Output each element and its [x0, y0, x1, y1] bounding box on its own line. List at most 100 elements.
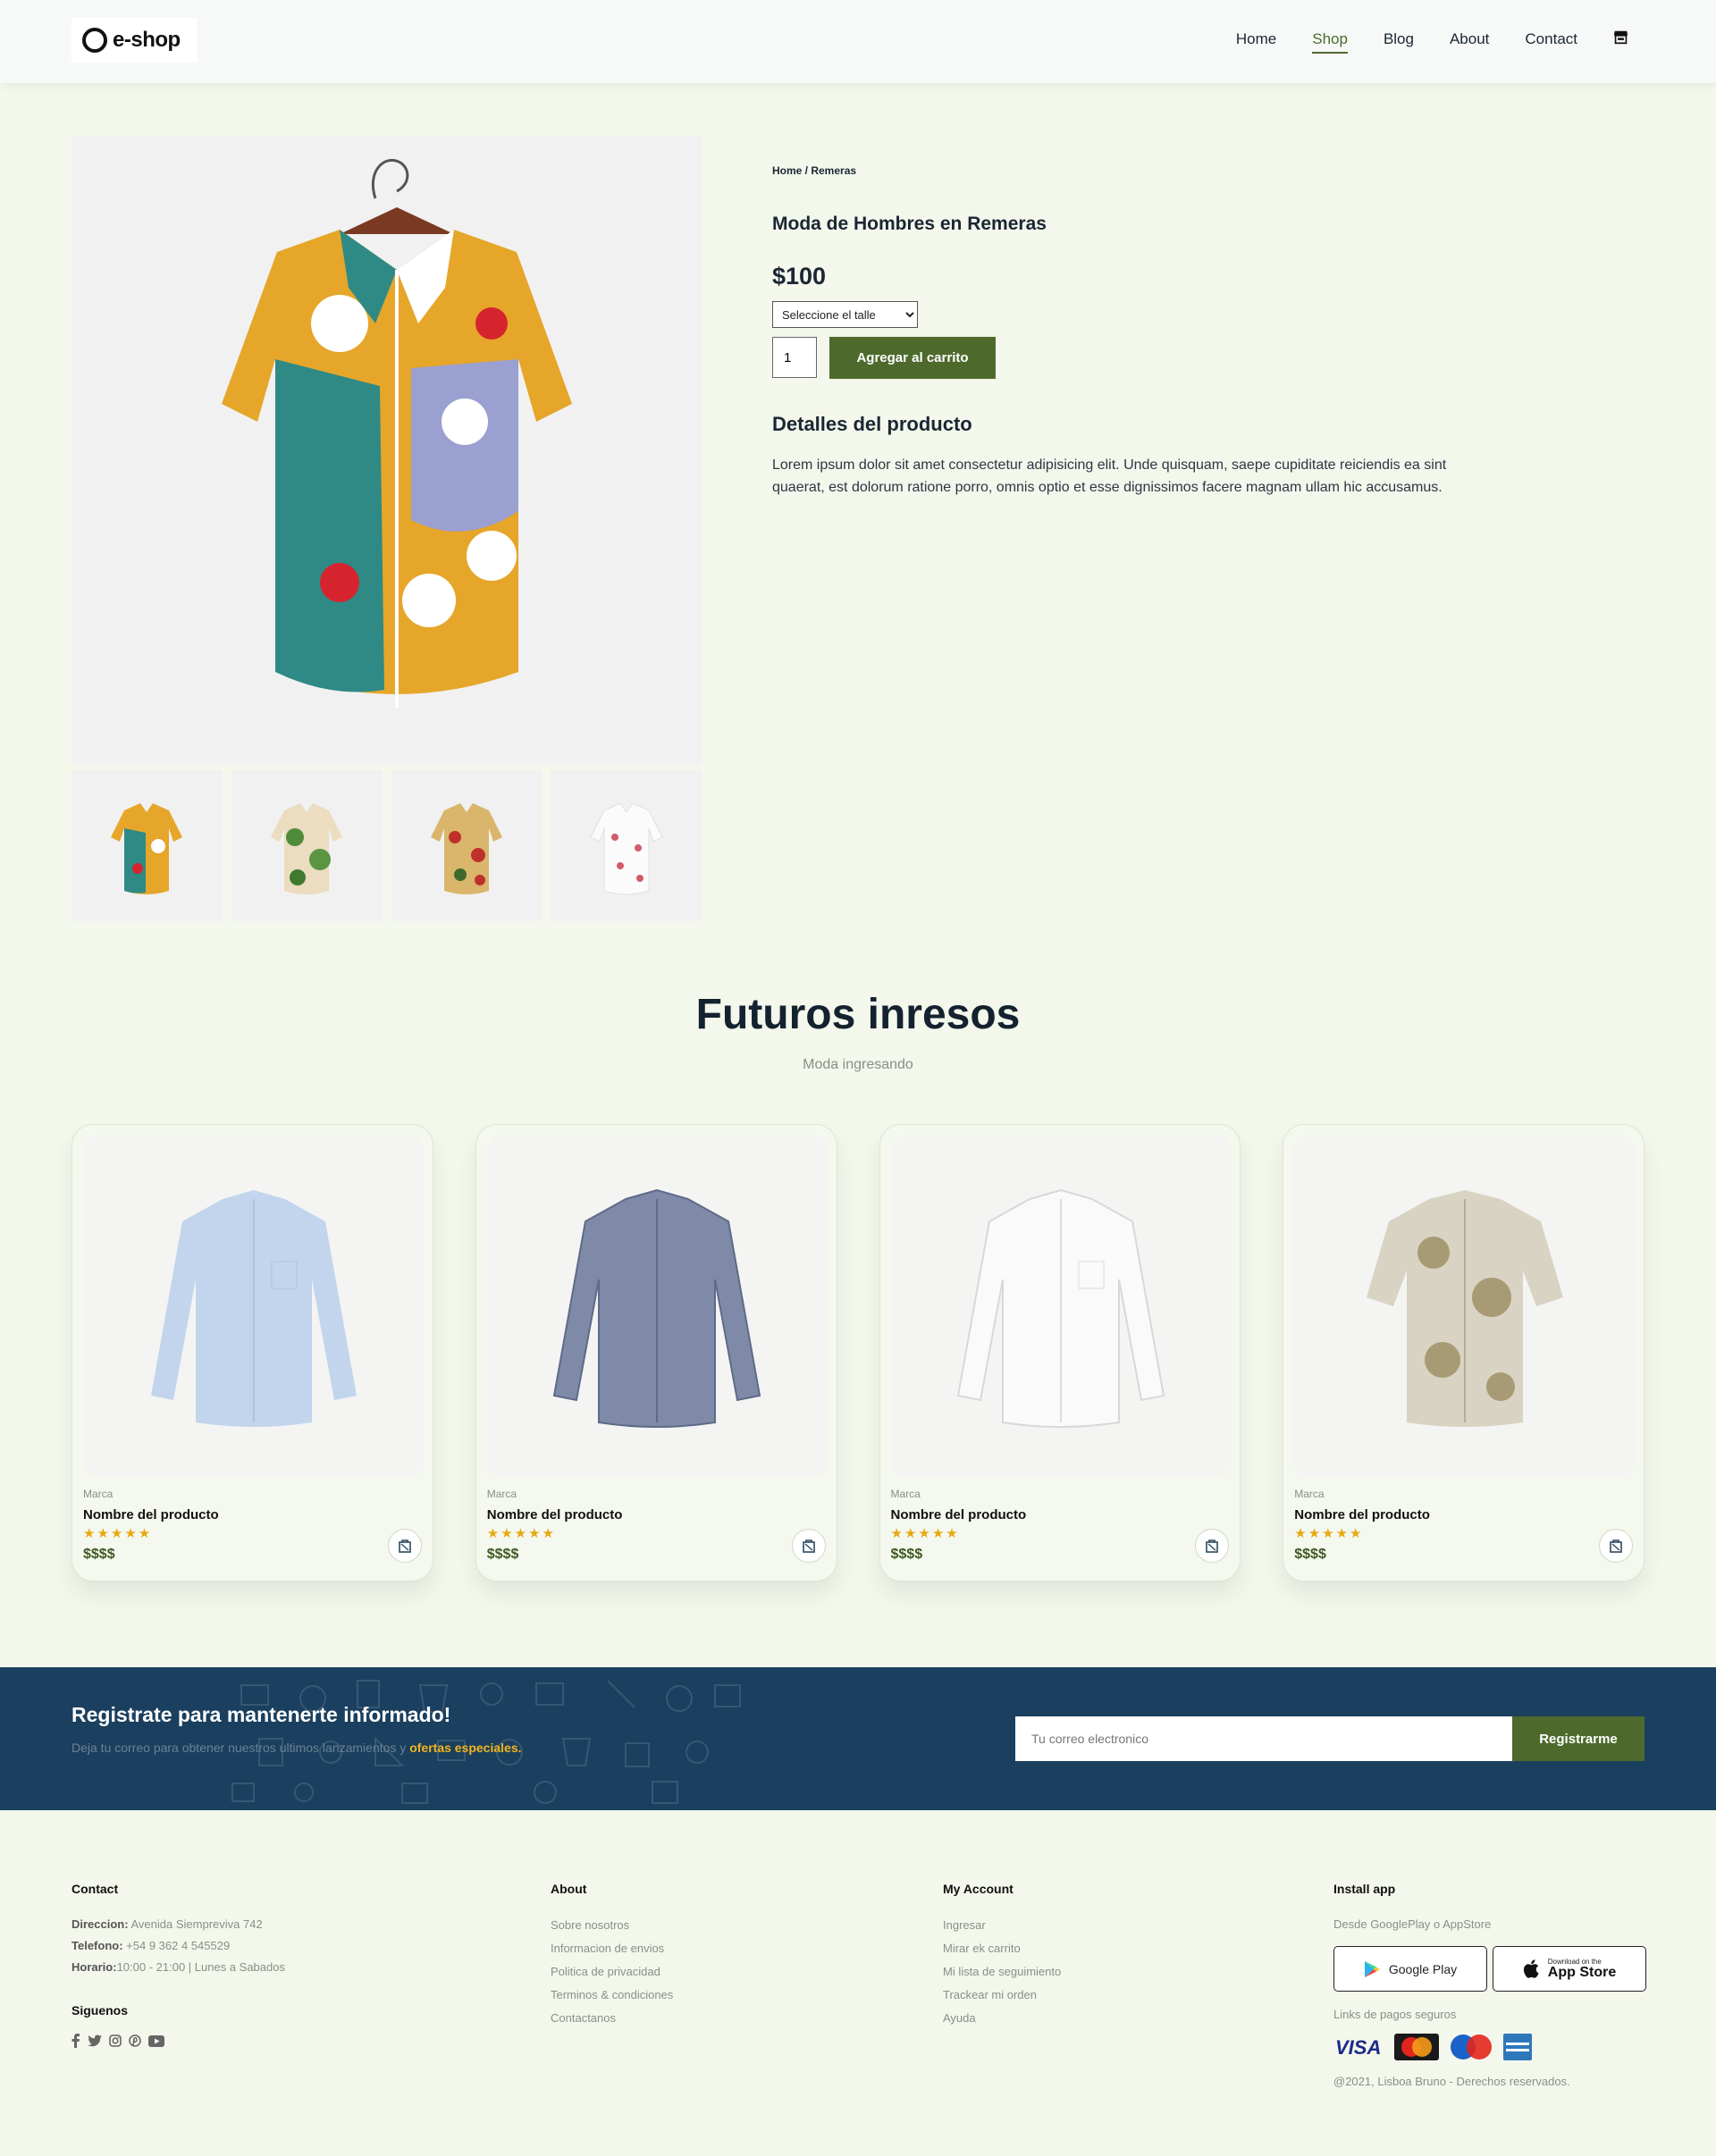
visa-icon: VISA [1335, 2036, 1381, 2058]
product-image [1294, 1136, 1636, 1477]
pattern-decoration [231, 1680, 741, 1804]
product-name[interactable]: Nombre del producto [891, 1507, 1027, 1523]
rating-stars: ★★★★★ [486, 1526, 556, 1541]
footer-link[interactable]: Trackear mi orden [943, 1984, 1061, 2007]
footer-link[interactable]: Sobre nosotros [551, 1914, 673, 1937]
product-price: $$$$ [890, 1547, 923, 1562]
product-title: Moda de Hombres en Remeras [772, 214, 1047, 234]
footer-link[interactable]: Politica de privacidad [551, 1960, 673, 1984]
thumbnail-2[interactable] [231, 770, 383, 921]
product-cards: Marca Nombre del producto ★★★★★ $$$$ Mar… [72, 1124, 1644, 1581]
app-store-label: App Store [1547, 1964, 1617, 1980]
footer-link[interactable]: Mi lista de seguimiento [943, 1960, 1061, 1984]
logo[interactable]: e-shop [72, 18, 197, 63]
address-value: Avenida Siempreviva 742 [130, 1917, 263, 1931]
maestro-icon [1451, 2034, 1492, 2060]
nav-home[interactable]: Home [1236, 30, 1276, 54]
product-name[interactable]: Nombre del producto [487, 1507, 623, 1523]
product-card[interactable]: Marca Nombre del producto ★★★★★ $$$$ [72, 1124, 433, 1581]
product-brand: Marca [83, 1488, 114, 1500]
address-label: Direccion: [72, 1917, 129, 1931]
site-header: e-shop Home Shop Blog About Contact [0, 0, 1716, 83]
product-card[interactable]: Marca Nombre del producto ★★★★★ $$$$ [879, 1124, 1241, 1581]
youtube-icon[interactable] [148, 2034, 164, 2047]
google-play-button[interactable]: Google Play [1333, 1946, 1487, 1992]
pinterest-icon[interactable] [129, 2034, 141, 2047]
svg-text:VISA: VISA [1335, 2036, 1381, 2058]
main-nav: Home Shop Blog About Contact [1236, 30, 1628, 54]
product-image [83, 1136, 424, 1477]
footer-link[interactable]: Ingresar [943, 1914, 1061, 1937]
nav-about[interactable]: About [1450, 30, 1489, 54]
product-brand: Marca [1294, 1488, 1325, 1500]
product-name[interactable]: Nombre del producto [83, 1507, 219, 1523]
facebook-icon[interactable] [72, 2034, 80, 2048]
product-price: $$$$ [486, 1547, 519, 1562]
app-store-text: Download on the App Store [1547, 1958, 1617, 1980]
store-icon[interactable] [1613, 30, 1628, 52]
product-image [486, 1136, 828, 1477]
site-footer: Contact Direccion: Avenida Siempreviva 7… [0, 1810, 1716, 2156]
logo-text: e-shop [113, 28, 181, 52]
thumbnail-4[interactable] [551, 770, 702, 921]
product-main-image [72, 136, 702, 765]
breadcrumb[interactable]: Home / Remeras [772, 164, 856, 177]
app-store-button[interactable]: Download on the App Store [1493, 1946, 1646, 1992]
upcoming-title: Futuros inresos [695, 991, 1021, 1038]
footer-about-title: About [551, 1882, 587, 1896]
nav-shop[interactable]: Shop [1312, 30, 1348, 54]
footer-link[interactable]: Ayuda [943, 2007, 1061, 2030]
product-brand: Marca [890, 1488, 921, 1500]
cart-icon[interactable] [1195, 1529, 1230, 1563]
cart-icon[interactable] [387, 1529, 422, 1563]
logo-ring-icon [82, 28, 107, 53]
instagram-icon[interactable] [109, 2034, 122, 2047]
hours-label: Horario: [72, 1960, 117, 1974]
app-subtitle: Desde GooglePlay o AppStore [1333, 1917, 1492, 1931]
newsletter-subtitle-text: Deja tu correo para obtener nuestros ult… [72, 1741, 407, 1755]
footer-about: About Sobre nosotros Informacion de envi… [551, 1882, 673, 2030]
email-field[interactable] [1015, 1716, 1512, 1761]
copyright: @2021, Lisboa Bruno - Derechos reservado… [1333, 2075, 1570, 2088]
product-name[interactable]: Nombre del producto [1294, 1507, 1430, 1523]
product-price: $100 [772, 263, 827, 289]
product-image [890, 1136, 1232, 1477]
size-select[interactable]: Seleccione el talle [772, 301, 918, 328]
thumbnail-1[interactable] [72, 770, 223, 921]
apple-icon [1523, 1959, 1539, 1978]
footer-link[interactable]: Terminos & condiciones [551, 1984, 673, 2007]
payment-logos: VISA [1333, 2034, 1646, 2060]
upcoming-subtitle: Moda ingresando [803, 1057, 913, 1072]
phone-line: Telefono: +54 9 362 4 545529 [72, 1935, 285, 1957]
nav-contact[interactable]: Contact [1525, 30, 1577, 54]
quantity-input[interactable] [772, 337, 817, 378]
thumbnail-3[interactable] [391, 770, 543, 921]
google-play-label: Google Play [1388, 1961, 1458, 1976]
footer-link[interactable]: Mirar ek carrito [943, 1937, 1061, 1960]
twitter-icon[interactable] [88, 2034, 102, 2047]
amex-icon [1503, 2034, 1532, 2060]
newsletter-title: Registrate para mantenerte informado! [72, 1703, 451, 1726]
cart-icon[interactable] [791, 1529, 826, 1563]
cart-icon[interactable] [1599, 1529, 1633, 1563]
footer-link[interactable]: Informacion de envios [551, 1937, 673, 1960]
google-play-icon [1364, 1960, 1380, 1977]
store-buttons: Google Play Download on the App Store [1333, 1946, 1646, 1992]
footer-link[interactable]: Contactanos [551, 2007, 673, 2030]
product-card[interactable]: Marca Nombre del producto ★★★★★ $$$$ [475, 1124, 837, 1581]
details-text: Lorem ipsum dolor sit amet consectetur a… [772, 457, 1447, 495]
add-to-cart-button[interactable]: Agregar al carrito [829, 337, 996, 379]
product-price: $$$$ [1294, 1547, 1326, 1562]
details-heading: Detalles del producto [772, 413, 972, 435]
product-price: $$$$ [83, 1547, 115, 1562]
nav-blog[interactable]: Blog [1384, 30, 1414, 54]
register-button[interactable]: Registrarme [1512, 1716, 1644, 1761]
social-links [72, 2034, 285, 2048]
footer-account: My Account Ingresar Mirar ek carrito Mi … [943, 1882, 1061, 2030]
mastercard-icon [1394, 2034, 1439, 2060]
phone-label: Telefono: [72, 1939, 123, 1952]
rating-stars: ★★★★★ [1294, 1526, 1364, 1541]
newsletter-highlight: ofertas especiales. [409, 1741, 522, 1755]
footer-app-title: Install app [1333, 1882, 1396, 1896]
product-card[interactable]: Marca Nombre del producto ★★★★★ $$$$ [1283, 1124, 1644, 1581]
